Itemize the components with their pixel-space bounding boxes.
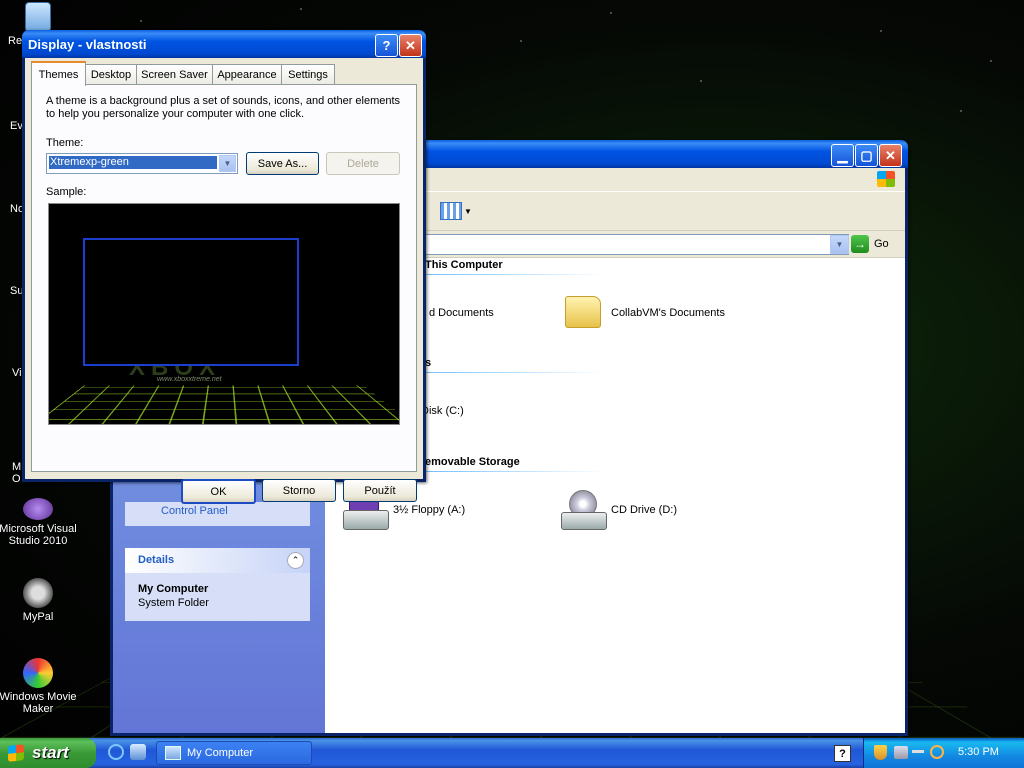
quick-launch [104,744,150,762]
views-button[interactable]: ▼ [440,200,474,222]
help-tray-icon[interactable]: ? [834,745,851,762]
my-computer-icon [165,746,181,760]
control-panel-link[interactable]: Control Panel [125,502,310,526]
section-removable-storage: emovable Storage [425,456,520,468]
tab-label: Settings [288,68,328,81]
section-divider [425,274,605,275]
close-button[interactable]: ✕ [399,34,422,57]
themes-panel: A theme is a background plus a set of so… [31,84,417,472]
views-icon [440,202,462,220]
tab-settings[interactable]: Settings [281,64,335,84]
tab-label: Desktop [90,68,132,81]
mypal-icon [23,578,53,608]
sample-label: Sample: [46,186,87,198]
windows-flag-icon [8,744,24,762]
tab-label: Appearance [217,68,277,81]
cancel-label: Storno [282,484,316,497]
tab-appearance[interactable]: Appearance [212,64,282,84]
taskbar: start My Computer ? 5:30 PM [0,738,1024,768]
recycle-bin-icon [25,2,51,32]
desktop-icon-label: MyPal [22,611,54,623]
theme-label: Theme: [46,137,84,149]
details-panel: Details ⌃ My Computer System Folder [125,548,310,621]
close-button[interactable]: ✕ [879,144,902,167]
taskbar-task-my-computer[interactable]: My Computer [156,741,312,765]
desktop-icon-label: M O [12,461,22,485]
dialog-titlebar[interactable]: Display - vlastnosti ? ✕ [22,30,426,58]
details-name: My Computer [138,583,209,595]
apply-label: Použít [364,484,396,497]
cd-drive-item[interactable]: CD Drive (D:) [611,504,677,516]
desktop-icon-label: Microsoft Visual Studio 2010 [0,523,77,547]
system-tray: 5:30 PM [863,738,1024,768]
tab-label: Themes [38,68,79,81]
cancel-button[interactable]: Storno [262,479,336,502]
preview-window [83,238,299,366]
desktop-icon-visual-studio[interactable]: Microsoft Visual Studio 2010 [0,498,78,547]
details-header[interactable]: Details ⌃ [125,548,310,573]
floppy-drive-item[interactable]: 3½ Floppy (A:) [393,504,465,516]
start-label: start [32,743,69,762]
collapse-chevron-icon[interactable]: ⌃ [287,552,304,569]
internet-explorer-icon[interactable] [108,744,124,760]
local-disk-item[interactable]: Disk (C:) [421,405,464,417]
cd-drive-icon [561,490,607,530]
section-divider [425,471,605,472]
tab-themes[interactable]: Themes [31,61,86,86]
dialog-body: Themes Desktop Screen Saver Appearance S… [25,58,423,504]
movie-maker-icon [23,658,53,688]
clock[interactable]: 5:30 PM [958,746,999,758]
save-as-button[interactable]: Save As... [246,152,319,175]
theme-preview: XBOX www.xboxxtreme.net [48,203,400,425]
section-this-computer: This Computer [425,259,503,271]
address-input[interactable] [422,234,849,255]
preview-url: www.xboxxtreme.net [157,376,222,383]
details-title: Details [138,554,175,566]
desktop-icon-label: Windows Movie Maker [0,691,77,715]
apply-button[interactable]: Použít [343,479,417,502]
shared-documents-item[interactable]: d Documents [429,307,494,319]
dialog-title: Display - vlastnosti [28,36,147,52]
tab-screen-saver[interactable]: Screen Saver [136,64,213,84]
windows-logo-icon [877,171,895,187]
task-label: My Computer [187,747,254,759]
folder-icon [565,296,601,328]
save-as-label: Save As... [257,157,308,170]
tab-desktop[interactable]: Desktop [85,64,137,84]
help-button[interactable]: ? [375,34,398,57]
delete-label: Delete [347,157,379,170]
volume-icon[interactable] [912,750,924,753]
visual-studio-icon [23,498,53,520]
desktop-icon-label: Vi [12,367,22,379]
chevron-down-icon: ▼ [464,206,472,216]
chevron-down-icon[interactable]: ▼ [219,155,236,172]
details-type: System Folder [138,597,209,609]
theme-description: A theme is a background plus a set of so… [46,95,401,120]
security-shield-icon[interactable] [874,745,887,760]
user-documents-item[interactable]: CollabVM's Documents [611,307,725,319]
desktop-icon-mypal[interactable]: MyPal [0,578,78,623]
search-icon[interactable] [930,745,944,759]
show-desktop-icon[interactable] [130,744,146,760]
desktop-icon-label: Ev [10,120,23,132]
maximize-button[interactable]: ▢ [855,144,878,167]
control-panel-label: Control Panel [161,505,228,517]
start-button[interactable]: start [0,738,96,768]
theme-select-value: Xtremexp-green [49,156,217,169]
section-divider [425,372,605,373]
preview-grid [49,385,399,424]
ok-button[interactable]: OK [181,479,256,504]
address-dropdown-button[interactable]: ▼ [830,235,849,254]
desktop-icon-movie-maker[interactable]: Windows Movie Maker [0,658,78,715]
go-arrow-icon: → [851,235,869,253]
delete-button[interactable]: Delete [326,152,400,175]
display-properties-dialog: Display - vlastnosti ? ✕ Themes Desktop … [22,30,426,504]
tab-label: Screen Saver [141,68,208,81]
go-label: Go [874,238,889,250]
network-icon[interactable] [894,746,908,759]
minimize-button[interactable]: ▁ [831,144,854,167]
go-button[interactable]: → Go [851,234,899,254]
theme-select[interactable]: Xtremexp-green ▼ [46,153,238,174]
ok-label: OK [210,485,227,498]
